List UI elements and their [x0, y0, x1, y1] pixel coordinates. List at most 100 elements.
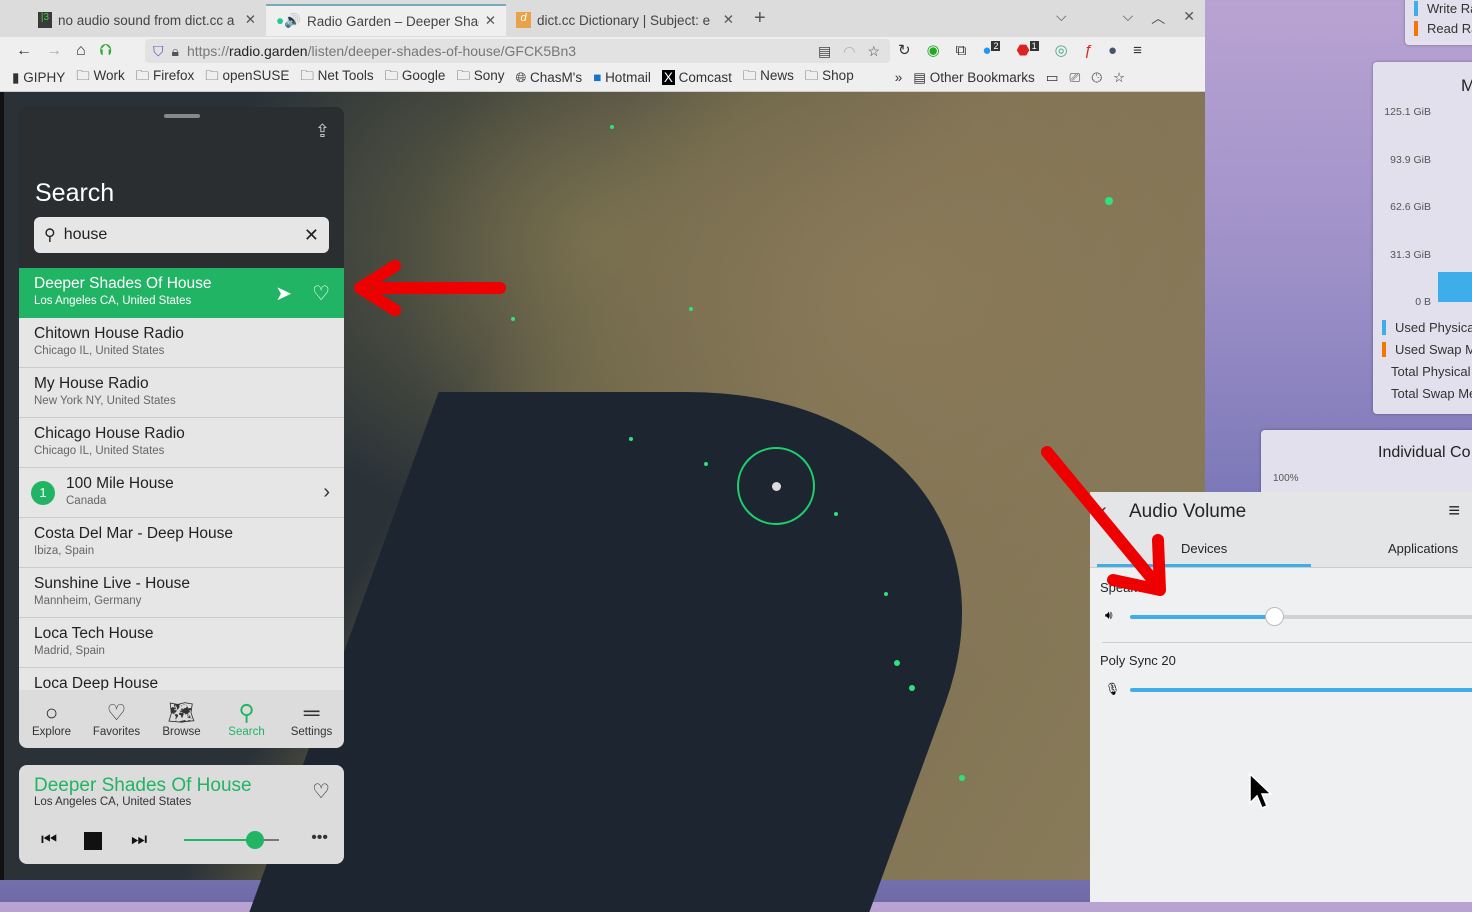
menu-icon: ═	[303, 700, 320, 725]
used-memory-bar	[1438, 272, 1472, 302]
url-bar[interactable]: ⛉ 🔒︎ https://radio.garden/listen/deeper-s…	[145, 39, 890, 63]
bookmark-folder-firefox[interactable]: 🗀 Firefox	[136, 66, 195, 89]
reload-button[interactable]: ↻	[898, 41, 911, 59]
chevron-right-icon[interactable]: ›	[323, 481, 330, 504]
minimize-button[interactable]: ⌵	[1123, 8, 1134, 28]
clear-search-icon[interactable]: ✕	[304, 225, 319, 246]
synced-tabs-icon[interactable]: ⎚	[1070, 70, 1081, 86]
hamburger-menu-icon[interactable]: ≡	[1448, 500, 1460, 523]
extension-globe-icon[interactable]: ◉	[927, 41, 940, 59]
bookmark-star-icon[interactable]: ☆	[867, 43, 880, 60]
speed-icon[interactable]: ◠	[843, 43, 855, 60]
favicon-icon: d	[516, 12, 531, 28]
sidebar-icon[interactable]: ▭	[1046, 70, 1059, 86]
shield-icon[interactable]: ⛉	[153, 43, 164, 60]
bookmark-folder-sony[interactable]: 🗀 Sony	[456, 66, 504, 89]
list-item[interactable]: Sunshine Live - House Mannheim, Germany	[19, 568, 344, 618]
poly-sync-volume-slider[interactable]	[1130, 688, 1472, 692]
maximize-button[interactable]: ︿	[1151, 8, 1165, 28]
selected-station-marker[interactable]	[737, 447, 815, 525]
circle-icon: ○	[44, 700, 59, 725]
list-item[interactable]: Chicago House Radio Chicago IL, United St…	[19, 418, 344, 468]
station-name[interactable]: Deeper Shades Of House	[34, 775, 252, 797]
back-icon[interactable]: ‹	[1100, 500, 1107, 523]
list-item[interactable]: Loca Deep House	[19, 668, 344, 690]
home-button[interactable]: ⌂	[76, 42, 86, 60]
previous-button[interactable]: ⏮	[41, 829, 57, 850]
bookmark-folder-google[interactable]: 🗀 Google	[385, 66, 446, 89]
list-item[interactable]: 1 100 Mile House Canada ›	[19, 468, 344, 518]
reader-view-icon[interactable]: ▤	[818, 43, 831, 60]
page-title: Search	[35, 179, 115, 207]
bookmark-giphy[interactable]: ▮ GIPHY	[12, 70, 65, 86]
audio-volume-panel: ‹ Audio Volume ≡ Devices Applications Sp…	[1090, 492, 1472, 902]
stop-button[interactable]	[84, 832, 102, 850]
cursor-extension-icon[interactable]: ●	[1108, 42, 1117, 59]
close-tab-icon[interactable]: ✕	[485, 13, 496, 29]
bookmark-folder-opensuse[interactable]: 🗀 openSUSE	[205, 66, 289, 89]
search-results[interactable]: Deeper Shades Of House Los Angeles CA, Un…	[19, 268, 344, 690]
adblock-icon[interactable]: ⬣ 1	[1016, 41, 1039, 59]
tab-devices[interactable]: Devices	[1181, 541, 1227, 556]
nav-browse[interactable]: 🗺︎ Browse	[152, 700, 212, 738]
bookmark-folder-news[interactable]: 🗀 News	[743, 66, 794, 89]
bookmark-hotmail[interactable]: ■ Hotmail	[593, 70, 651, 85]
list-item[interactable]: Chitown House Radio Chicago IL, United St…	[19, 318, 344, 368]
nav-explore[interactable]: ○ Explore	[22, 700, 82, 738]
speakers-volume-slider[interactable]	[1130, 607, 1472, 626]
tab-applications[interactable]: Applications	[1388, 541, 1458, 556]
tab-dict-cc[interactable]: d dict.cc Dictionary | Subject: e ✕	[506, 4, 744, 36]
microphone-icon[interactable]: 🎙︎	[1105, 682, 1120, 696]
back-button[interactable]: ←	[16, 42, 32, 60]
now-playing: Deeper Shades Of House Los Angeles CA, U…	[19, 765, 344, 864]
tab-bar: |3 no audio sound from dict.cc a ✕ ●🔊 Radio…	[0, 0, 1205, 37]
favorite-heart-icon[interactable]: ♡	[312, 779, 330, 804]
bookmark-folder-net-tools[interactable]: 🗀 Net Tools	[300, 66, 373, 89]
green-arrow-extension-icon[interactable]: ⮉	[100, 42, 112, 60]
extensions-icon[interactable]: ⧉	[956, 42, 967, 59]
new-tab-button[interactable]: +	[754, 7, 766, 30]
slider-handle	[1265, 607, 1284, 626]
tab-radio-garden[interactable]: ●🔊 Radio Garden – Deeper Shac ✕	[266, 4, 506, 36]
list-item[interactable]: Costa Del Mar - Deep House Ibiza, Spain	[19, 518, 344, 568]
forward-button[interactable]: →	[46, 42, 62, 60]
favorite-heart-icon[interactable]: ♡	[312, 281, 330, 306]
tab-list-icon[interactable]: ⌵	[1056, 8, 1067, 28]
more-bookmarks-chevron-icon[interactable]: »	[895, 70, 903, 85]
ghostery-icon[interactable]: ● 2	[982, 41, 1001, 59]
list-item[interactable]: My House Radio New York NY, United States	[19, 368, 344, 418]
audio-playing-icon[interactable]: ●🔊	[276, 13, 301, 29]
count-badge: 1	[31, 481, 55, 505]
browser-window: |3 no audio sound from dict.cc a ✕ ●🔊 Radio…	[0, 0, 1205, 912]
share-icon[interactable]: ⇪	[315, 121, 330, 142]
bookmark-folder-shop[interactable]: 🗀 Shop	[805, 66, 854, 89]
other-bookmarks[interactable]: ▤ Other Bookmarks	[913, 70, 1035, 86]
search-input[interactable]	[63, 226, 296, 244]
locate-icon[interactable]: ➤	[275, 281, 292, 306]
history-icon[interactable]: 🕒︎	[1091, 70, 1102, 86]
close-window-button[interactable]: ✕	[1183, 8, 1195, 28]
list-item[interactable]: Deeper Shades Of House Los Angeles CA, Un…	[19, 268, 344, 318]
tab-dict-question[interactable]: |3 no audio sound from dict.cc a ✕	[28, 4, 266, 36]
flash-icon[interactable]: ƒ	[1084, 42, 1092, 59]
nav-search[interactable]: ⚲ Search	[217, 700, 277, 738]
bookmarks-star-icon[interactable]: ☆	[1113, 70, 1125, 86]
menu-icon[interactable]: ≡	[1133, 42, 1142, 59]
map-icon: 🗺︎	[167, 700, 196, 725]
lock-icon[interactable]: 🔒︎	[172, 43, 179, 60]
list-item[interactable]: Loca Tech House Madrid, Spain	[19, 618, 344, 668]
nav-favorites[interactable]: ♡ Favorites	[87, 700, 147, 738]
nav-settings[interactable]: ═ Settings	[282, 700, 342, 738]
bookmark-chasms[interactable]: 🌐︎ ChasM's	[515, 70, 582, 86]
volume-slider[interactable]	[184, 831, 279, 849]
close-tab-icon[interactable]: ✕	[245, 12, 256, 28]
more-options-icon[interactable]: •••	[311, 829, 328, 847]
drag-handle[interactable]	[164, 114, 200, 118]
bookmark-folder-work[interactable]: 🗀 Work	[76, 66, 125, 89]
extension-circle-icon[interactable]: ◎	[1055, 41, 1068, 59]
bookmarks-bar: ▮ GIPHY 🗀 Work 🗀 Firefox 🗀 openSUSE 🗀 Ne…	[0, 64, 1205, 92]
bookmark-comcast[interactable]: X Comcast	[661, 70, 732, 85]
close-tab-icon[interactable]: ✕	[723, 12, 734, 28]
next-button[interactable]: ⏭	[131, 829, 147, 850]
speaker-icon[interactable]: 🔊︎	[1105, 608, 1113, 623]
